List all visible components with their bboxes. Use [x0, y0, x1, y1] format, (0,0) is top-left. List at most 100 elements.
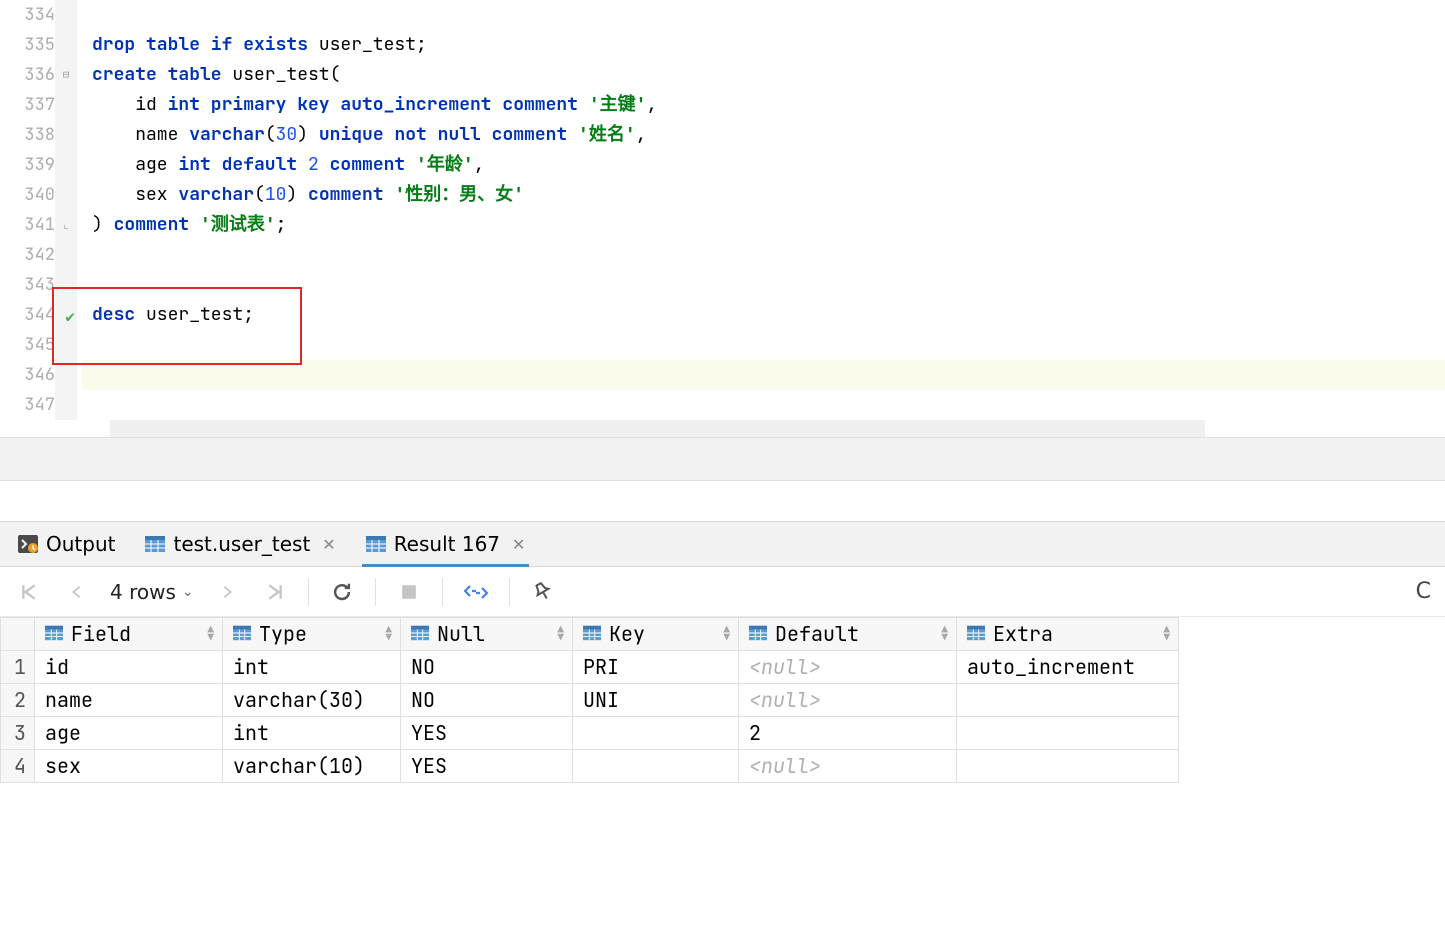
line-number[interactable]: 338 — [0, 120, 55, 150]
grid-corner[interactable] — [1, 618, 35, 651]
null-value: <null> — [749, 687, 821, 713]
chevron-down-icon: ⌄ — [182, 584, 194, 600]
reload-button[interactable] — [327, 577, 357, 607]
code-line[interactable]: create table user_test( — [82, 60, 1445, 90]
column-header-default[interactable]: Default▲▼ — [739, 618, 957, 651]
code-line[interactable] — [82, 360, 1445, 390]
code-line[interactable]: id int primary key auto_increment commen… — [82, 90, 1445, 120]
sort-icon[interactable]: ▲▼ — [723, 626, 730, 642]
sort-icon[interactable]: ▲▼ — [207, 626, 214, 642]
table-row[interactable]: 3ageintYES 2 — [1, 717, 1179, 750]
column-header-field[interactable]: Field▲▼ — [35, 618, 223, 651]
sort-icon[interactable]: ▲▼ — [557, 626, 564, 642]
line-number[interactable]: 345 — [0, 330, 55, 360]
cell[interactable]: YES — [401, 717, 573, 750]
cell[interactable]: name — [35, 684, 223, 717]
tab-output[interactable]: Output — [14, 522, 119, 566]
column-header-key[interactable]: Key▲▼ — [573, 618, 739, 651]
cell[interactable] — [957, 717, 1179, 750]
code-line[interactable] — [82, 390, 1445, 420]
fold-strip[interactable]: ⊟⌞✔ — [55, 0, 77, 420]
line-number[interactable]: 334 — [0, 0, 55, 30]
row-number[interactable]: 4 — [1, 750, 35, 783]
code-line[interactable] — [82, 330, 1445, 360]
cell[interactable]: auto_increment — [957, 651, 1179, 684]
cell[interactable]: varchar(10) — [223, 750, 401, 783]
result-grid-wrapper[interactable]: Field▲▼Type▲▼Null▲▼Key▲▼Default▲▼Extra▲▼… — [0, 617, 1445, 783]
cell[interactable]: 2 — [739, 717, 957, 750]
editor-horizontal-scrollbar[interactable] — [110, 420, 1205, 437]
stop-button[interactable] — [394, 577, 424, 607]
fold-collapse-icon[interactable]: ⊟ — [55, 68, 77, 82]
code-line[interactable]: ) comment '测试表'; — [82, 210, 1445, 240]
cell[interactable]: NO — [401, 684, 573, 717]
line-number[interactable]: 335 — [0, 30, 55, 60]
tab-user_test[interactable]: test.user_test✕ — [141, 522, 339, 566]
code-line[interactable] — [82, 240, 1445, 270]
code-line[interactable]: drop table if exists user_test; — [82, 30, 1445, 60]
line-number[interactable]: 337 — [0, 90, 55, 120]
line-number[interactable]: 336 — [0, 60, 55, 90]
line-number[interactable]: 347 — [0, 390, 55, 420]
column-header-extra[interactable]: Extra▲▼ — [957, 618, 1179, 651]
pin-button[interactable] — [528, 577, 558, 607]
last-page-button[interactable] — [260, 577, 290, 607]
cell[interactable] — [573, 717, 739, 750]
cell[interactable]: sex — [35, 750, 223, 783]
code-line[interactable] — [82, 0, 1445, 30]
column-header-null[interactable]: Null▲▼ — [401, 618, 573, 651]
cell[interactable]: <null> — [739, 651, 957, 684]
cell[interactable]: UNI — [573, 684, 739, 717]
sort-icon[interactable]: ▲▼ — [941, 626, 948, 642]
cell[interactable]: int — [223, 717, 401, 750]
close-icon[interactable]: ✕ — [512, 535, 525, 554]
next-page-button[interactable] — [212, 577, 242, 607]
row-number[interactable]: 1 — [1, 651, 35, 684]
result-grid[interactable]: Field▲▼Type▲▼Null▲▼Key▲▼Default▲▼Extra▲▼… — [0, 617, 1179, 783]
cell[interactable]: <null> — [739, 750, 957, 783]
panel-divider[interactable] — [0, 437, 1445, 481]
code-line[interactable]: age int default 2 comment '年龄', — [82, 150, 1445, 180]
code-line[interactable]: name varchar(30) unique not null comment… — [82, 120, 1445, 150]
code-line[interactable] — [82, 270, 1445, 300]
code-area[interactable]: drop table if exists user_test;create ta… — [78, 0, 1445, 420]
code-line[interactable]: sex varchar(10) comment '性别：男、女' — [82, 180, 1445, 210]
cell[interactable]: <null> — [739, 684, 957, 717]
cell[interactable] — [573, 750, 739, 783]
table-row[interactable]: 1idintNOPRI<null>auto_increment — [1, 651, 1179, 684]
code-editor[interactable]: ⊟⌞✔ 334335336337338339340341342343344345… — [0, 0, 1445, 420]
close-icon[interactable]: ✕ — [322, 535, 335, 554]
table-row[interactable]: 2namevarchar(30)NOUNI <null> — [1, 684, 1179, 717]
tab-result[interactable]: Result 167✕ — [362, 522, 530, 566]
fold-end-icon[interactable]: ⌞ — [55, 218, 77, 232]
cell[interactable]: age — [35, 717, 223, 750]
row-number[interactable]: 2 — [1, 684, 35, 717]
cell[interactable]: YES — [401, 750, 573, 783]
code-line[interactable]: desc user_test; — [82, 300, 1445, 330]
line-number[interactable]: 344 — [0, 300, 55, 330]
line-number[interactable]: 341 — [0, 210, 55, 240]
table-row[interactable]: 4sexvarchar(10)YES <null> — [1, 750, 1179, 783]
sort-icon[interactable]: ▲▼ — [385, 626, 392, 642]
compare-button[interactable] — [461, 577, 491, 607]
cell[interactable]: varchar(30) — [223, 684, 401, 717]
first-page-button[interactable] — [14, 577, 44, 607]
column-icon — [967, 621, 985, 647]
prev-page-button[interactable] — [62, 577, 92, 607]
sort-icon[interactable]: ▲▼ — [1163, 626, 1170, 642]
cell[interactable]: NO — [401, 651, 573, 684]
line-number[interactable]: 346 — [0, 360, 55, 390]
line-number[interactable]: 343 — [0, 270, 55, 300]
cell[interactable]: PRI — [573, 651, 739, 684]
cell[interactable] — [957, 750, 1179, 783]
line-number-gutter[interactable]: ⊟⌞✔ 334335336337338339340341342343344345… — [0, 0, 78, 420]
cell[interactable]: int — [223, 651, 401, 684]
row-count-dropdown[interactable]: 4 rows ⌄ — [110, 580, 194, 604]
row-number[interactable]: 3 — [1, 717, 35, 750]
cell[interactable] — [957, 684, 1179, 717]
line-number[interactable]: 342 — [0, 240, 55, 270]
line-number[interactable]: 339 — [0, 150, 55, 180]
column-header-type[interactable]: Type▲▼ — [223, 618, 401, 651]
cell[interactable]: id — [35, 651, 223, 684]
line-number[interactable]: 340 — [0, 180, 55, 210]
